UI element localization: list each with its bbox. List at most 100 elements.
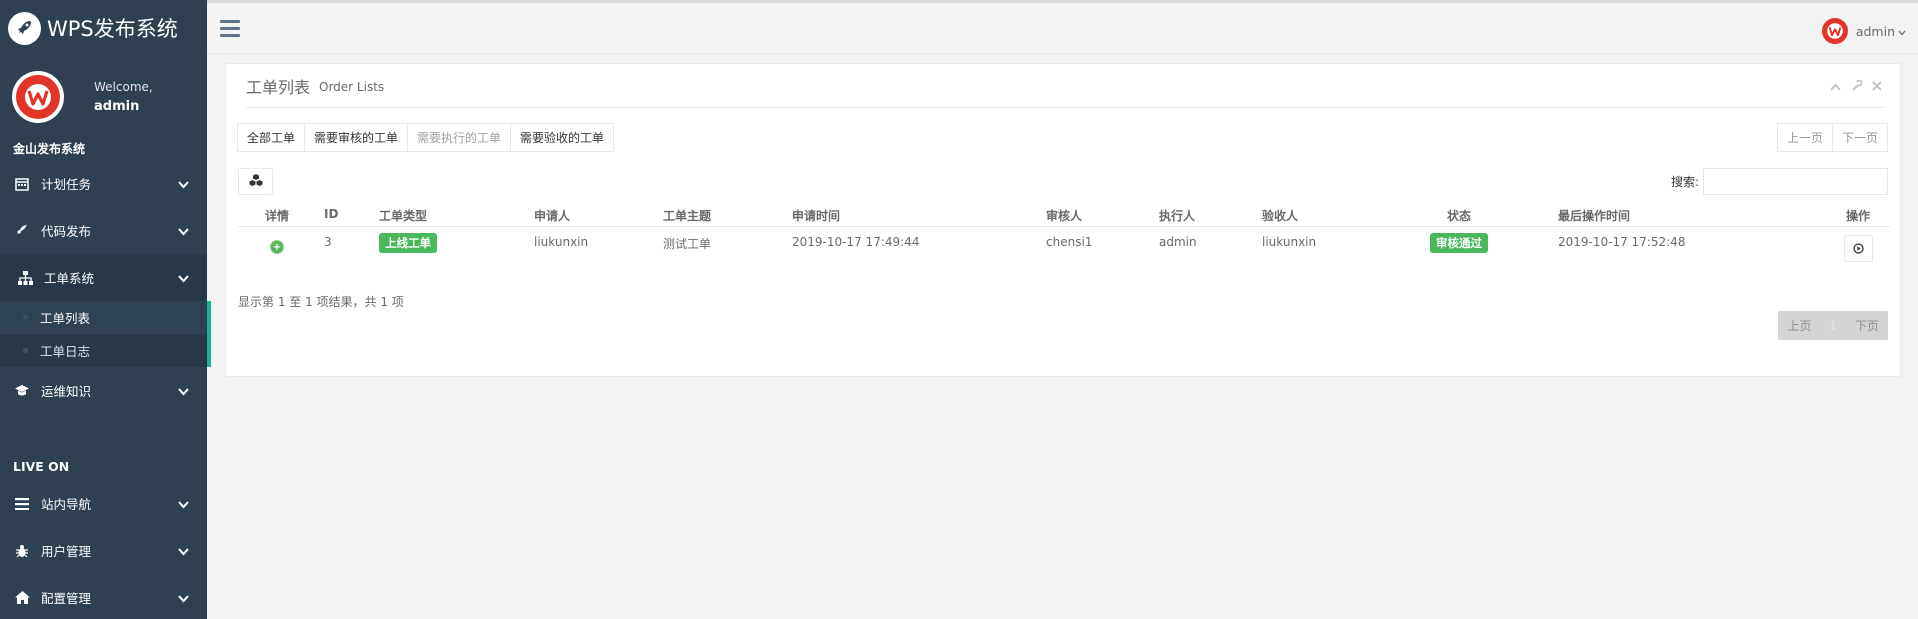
chevron-down-icon bbox=[178, 271, 189, 286]
sidebar: WPS发布系统 Welcome, admin 金山发布系统 计划任务 代码发布 … bbox=[0, 0, 211, 619]
panel-tools bbox=[1830, 79, 1882, 94]
plus-circle-icon: + bbox=[270, 240, 284, 254]
column-header[interactable]: 详情 bbox=[265, 207, 289, 224]
brand-title: WPS发布系统 bbox=[47, 17, 178, 41]
filter-execute-button[interactable]: 需要执行的工单 bbox=[407, 123, 512, 152]
rocket-icon bbox=[8, 11, 41, 45]
section-title-main: 金山发布系统 bbox=[13, 142, 86, 156]
chevron-down-icon bbox=[178, 497, 189, 512]
topbar: admin bbox=[207, 0, 1918, 54]
profile: Welcome, admin bbox=[0, 56, 207, 138]
column-header[interactable]: 状态 bbox=[1447, 207, 1471, 224]
chevron-down-icon bbox=[178, 177, 189, 192]
filter-tabs: 全部工单 需要审核的工单 需要执行的工单 需要验收的工单 bbox=[237, 123, 615, 152]
sidebar-item-label: 用户管理 bbox=[41, 544, 92, 559]
order-list-panel: 工单列表 Order Lists 全部工单 需要审核的工单 需要执行的工单 需要… bbox=[225, 63, 1901, 377]
avatar[interactable] bbox=[12, 71, 64, 123]
column-toggle-button[interactable] bbox=[238, 168, 273, 195]
column-header[interactable]: 申请时间 bbox=[792, 207, 840, 224]
bug-icon bbox=[13, 544, 31, 558]
collapse-icon[interactable] bbox=[1830, 80, 1841, 94]
row-action-button[interactable] bbox=[1844, 235, 1873, 262]
row-apply-time: 2019-10-17 17:49:44 bbox=[792, 235, 920, 249]
search-input[interactable] bbox=[1703, 168, 1888, 195]
bottom-next-button[interactable]: 下页 bbox=[1855, 317, 1879, 334]
menu-toggle-icon[interactable] bbox=[220, 20, 240, 41]
column-header[interactable]: ID bbox=[324, 207, 338, 221]
sidebar-subitem-order-list[interactable]: 工单列表 bbox=[0, 301, 207, 334]
expand-detail-button[interactable]: + bbox=[270, 240, 284, 254]
row-subject: 测试工单 bbox=[663, 237, 712, 251]
welcome-text: Welcome, bbox=[94, 80, 153, 94]
row-applicant: liukunxin bbox=[534, 235, 589, 249]
user-menu[interactable]: admin bbox=[1821, 18, 1906, 44]
row-id: 3 bbox=[324, 235, 332, 249]
chevron-down-icon bbox=[1898, 24, 1906, 39]
graduation-cap-icon bbox=[13, 384, 31, 397]
brand[interactable]: WPS发布系统 bbox=[0, 0, 207, 56]
order-table: 详情 ID 工单类型 申请人 工单主题 申请时间 审核人 执行人 验收人 状态 … bbox=[238, 201, 1890, 267]
row-reviewer: chensi1 bbox=[1046, 235, 1093, 249]
sidebar-subitem-order-log[interactable]: 工单日志 bbox=[0, 334, 207, 367]
chevron-down-icon bbox=[178, 224, 189, 239]
filter-accept-button[interactable]: 需要验收的工单 bbox=[510, 123, 615, 152]
sidebar-item-label: 计划任务 bbox=[41, 177, 92, 192]
sidebar-item-label: 站内导航 bbox=[41, 497, 92, 512]
table-header: 详情 ID 工单类型 申请人 工单主题 申请时间 审核人 执行人 验收人 状态 … bbox=[238, 201, 1890, 227]
type-badge: 上线工单 bbox=[379, 233, 437, 253]
list-icon bbox=[13, 497, 31, 510]
calendar-icon bbox=[13, 177, 31, 191]
sidebar-item-orders[interactable]: 工单系统 bbox=[0, 254, 207, 301]
play-circle-icon bbox=[1844, 235, 1873, 262]
sidebar-item-label: 运维知识 bbox=[41, 384, 92, 399]
sidebar-item-label: 工单系统 bbox=[44, 271, 95, 286]
column-header[interactable]: 审核人 bbox=[1046, 207, 1082, 224]
sidebar-item-label: 代码发布 bbox=[41, 224, 92, 239]
column-header[interactable]: 最后操作时间 bbox=[1558, 207, 1630, 224]
table-row: + 3 上线工单 liukunxin 测试工单 2019-10-17 17:49… bbox=[238, 227, 1890, 267]
rocket-icon bbox=[13, 223, 31, 238]
filter-all-button[interactable]: 全部工单 bbox=[237, 123, 306, 152]
row-acceptor: liukunxin bbox=[1262, 235, 1317, 249]
orders-submenu: 工单列表 工单日志 bbox=[0, 301, 211, 367]
bottom-prev-button[interactable]: 上页 bbox=[1787, 317, 1811, 334]
pager-top: 上一页 下一页 bbox=[1776, 123, 1888, 152]
user-avatar bbox=[1821, 18, 1848, 44]
sidebar-item-schedule[interactable]: 计划任务 bbox=[0, 160, 207, 207]
wrench-icon[interactable] bbox=[1851, 79, 1863, 94]
close-icon[interactable] bbox=[1872, 80, 1882, 94]
prev-page-button[interactable]: 上一页 bbox=[1776, 123, 1833, 152]
row-executor: admin bbox=[1159, 235, 1197, 249]
sidebar-item-navigation[interactable]: 站内导航 bbox=[0, 480, 207, 527]
column-header[interactable]: 执行人 bbox=[1159, 207, 1195, 224]
pager-bottom: 上页 1 下页 bbox=[1778, 311, 1888, 340]
sidebar-item-config[interactable]: 配置管理 bbox=[0, 574, 207, 619]
user-menu-name: admin bbox=[1855, 23, 1895, 39]
column-header[interactable]: 工单类型 bbox=[379, 207, 427, 224]
chevron-down-icon bbox=[178, 544, 189, 559]
filter-review-button[interactable]: 需要审核的工单 bbox=[304, 123, 409, 152]
column-header[interactable]: 申请人 bbox=[534, 207, 570, 224]
row-last-time: 2019-10-17 17:52:48 bbox=[1558, 235, 1686, 249]
search-box: 搜索: bbox=[1671, 168, 1888, 195]
sidebar-item-users[interactable]: 用户管理 bbox=[0, 527, 207, 574]
chevron-down-icon bbox=[178, 384, 189, 399]
home-icon bbox=[13, 591, 31, 604]
column-header[interactable]: 验收人 bbox=[1262, 207, 1298, 224]
section-title-live: LIVE ON bbox=[13, 459, 70, 474]
status-badge: 审核通过 bbox=[1430, 233, 1488, 253]
column-header[interactable]: 工单主题 bbox=[663, 207, 711, 224]
cubes-icon bbox=[249, 174, 263, 189]
panel-subtitle: Order Lists bbox=[319, 80, 385, 94]
column-header[interactable]: 操作 bbox=[1846, 207, 1870, 224]
username: admin bbox=[94, 99, 140, 114]
chevron-down-icon bbox=[178, 591, 189, 606]
next-page-button[interactable]: 下一页 bbox=[1831, 123, 1888, 152]
search-label: 搜索: bbox=[1670, 175, 1699, 189]
sitemap-icon bbox=[16, 270, 34, 285]
sidebar-item-deploy[interactable]: 代码发布 bbox=[0, 207, 207, 254]
panel-title: 工单列表 bbox=[246, 77, 311, 97]
table-info: 显示第 1 至 1 项结果，共 1 项 bbox=[238, 295, 404, 309]
sidebar-item-knowledge[interactable]: 运维知识 bbox=[0, 367, 207, 414]
bottom-page-number[interactable]: 1 bbox=[1829, 319, 1837, 333]
